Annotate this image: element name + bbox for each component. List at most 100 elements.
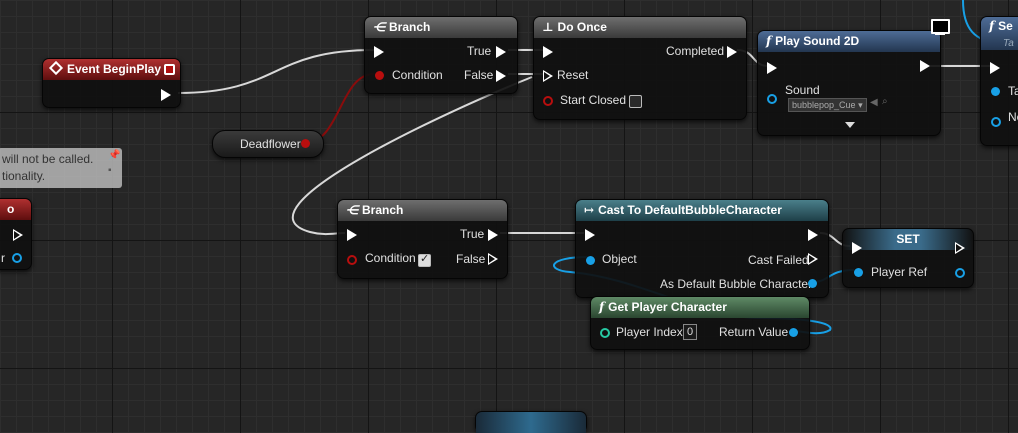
cast-icon: ↦ xyxy=(584,203,595,217)
cast-failed-exec-pin[interactable] xyxy=(808,253,818,265)
true-label: True xyxy=(460,227,485,241)
comment-line: tionality. xyxy=(2,169,46,183)
do-once-node[interactable]: ⊥ Do Once Completed Reset Start Closed xyxy=(533,16,747,120)
do-once-icon: ⊥ xyxy=(542,20,554,34)
branch-icon: ⋲ xyxy=(346,203,358,217)
node-header: o xyxy=(0,199,31,220)
comment-line: will not be called. xyxy=(2,152,94,166)
cast-node[interactable]: ↦ Cast To DefaultBubbleCharacter Object C… xyxy=(575,199,829,298)
exec-out-pin[interactable] xyxy=(808,229,818,241)
false-label: False xyxy=(464,68,494,82)
sound-value: bubblepop_Cue xyxy=(792,100,856,110)
set-node[interactable]: SET Player Ref xyxy=(842,228,974,288)
branch-icon: ⋲ xyxy=(373,20,385,34)
event-beginplay-node[interactable]: Event BeginPlay xyxy=(42,58,181,108)
player-index-label: Player Index xyxy=(616,325,683,339)
partial-bottom-node[interactable] xyxy=(475,411,587,433)
monitor-icon xyxy=(930,18,950,36)
reset-label: Reset xyxy=(557,68,589,82)
save-icon: ▪ xyxy=(108,165,112,176)
exec-out-pin[interactable] xyxy=(920,60,930,72)
start-closed-checkbox[interactable] xyxy=(629,95,642,108)
start-closed-pin[interactable] xyxy=(543,96,553,106)
condition-checkbox[interactable] xyxy=(418,252,431,267)
sound-pin[interactable] xyxy=(767,94,777,104)
exec-in-pin[interactable] xyxy=(374,46,384,58)
function-icon: f xyxy=(599,300,605,314)
true-exec-pin[interactable] xyxy=(496,46,506,58)
node-title: Play Sound 2D xyxy=(775,34,860,48)
sound-asset-dropdown[interactable]: bubblepop_Cue ▾ xyxy=(788,98,867,112)
as-character-pin[interactable] xyxy=(808,279,817,288)
exec-out-pin[interactable] xyxy=(955,242,965,254)
node-header: f Get Player Character xyxy=(591,297,809,318)
node-header: f Se Ta xyxy=(981,17,1018,50)
event-title: Event BeginPlay xyxy=(67,62,162,76)
cast-failed-label: Cast Failed xyxy=(748,253,809,267)
exec-in-pin[interactable] xyxy=(585,229,595,241)
return-value-label: Return Value xyxy=(719,325,789,339)
true-exec-pin[interactable] xyxy=(488,229,498,241)
sound-label: Sound xyxy=(785,83,820,97)
pin-label: Ne xyxy=(1008,110,1018,124)
player-ref-in-pin[interactable] xyxy=(854,268,863,277)
use-selected-arrow-icon[interactable]: ◀ xyxy=(870,97,878,108)
pin-label: Ta xyxy=(1008,84,1018,98)
false-exec-pin[interactable] xyxy=(488,253,498,265)
return-value-pin[interactable] xyxy=(789,328,798,337)
branch-node[interactable]: ⋲ Branch True Condition False xyxy=(337,199,508,279)
branch-node[interactable]: ⋲ Branch True Condition False xyxy=(364,16,518,94)
reset-exec-pin[interactable] xyxy=(543,70,553,82)
false-exec-pin[interactable] xyxy=(496,70,506,82)
get-player-character-node[interactable]: f Get Player Character Player Index 0 Ret… xyxy=(590,296,810,350)
browse-search-icon[interactable]: ⌕ xyxy=(882,96,888,107)
object-pin[interactable] xyxy=(586,256,595,265)
node-header: SET xyxy=(843,229,973,250)
condition-label: Condition xyxy=(365,251,416,265)
variable-label: Deadflower xyxy=(240,137,301,151)
object-pin[interactable] xyxy=(12,253,22,263)
condition-label: Condition xyxy=(392,68,443,82)
player-ref-label: Player Ref xyxy=(871,265,928,279)
completed-label: Completed xyxy=(666,44,725,58)
node-title: Do Once xyxy=(557,20,607,34)
exec-in-pin[interactable] xyxy=(852,242,862,254)
completed-exec-pin[interactable] xyxy=(727,46,737,58)
node-header: ⊥ Do Once xyxy=(534,17,746,38)
play-sound-2d-node[interactable]: f Play Sound 2D Sound bubblepop_Cue ▾ ◀ ⌕ xyxy=(757,30,941,136)
player-index-pin[interactable] xyxy=(600,328,610,338)
object-label: Object xyxy=(602,252,637,266)
deadflower-variable-node[interactable]: Deadflower xyxy=(212,130,324,158)
node-title: Get Player Character xyxy=(608,300,727,314)
node-header: f Play Sound 2D xyxy=(758,31,940,52)
target-pin[interactable] xyxy=(991,87,1000,96)
delegate-pin-icon[interactable] xyxy=(164,64,175,75)
exec-in-pin[interactable] xyxy=(347,229,357,241)
bool-out-pin[interactable] xyxy=(301,139,310,148)
player-index-input[interactable]: 0 xyxy=(683,324,698,340)
exec-out-pin[interactable] xyxy=(13,229,23,241)
pin-icon: 📌 xyxy=(108,150,121,161)
partial-right-node[interactable]: fSe Ta Ta Ne xyxy=(980,16,1018,146)
node-title: Branch xyxy=(389,20,431,34)
function-icon: f xyxy=(989,19,995,33)
condition-pin[interactable] xyxy=(375,71,384,80)
object-pin[interactable] xyxy=(991,117,1001,127)
comment-box[interactable]: will not be called. tionality. 📌 ▪ xyxy=(0,148,122,188)
partial-left-node[interactable]: o r xyxy=(0,198,32,270)
node-title: Se xyxy=(998,19,1013,33)
exec-out-pin[interactable] xyxy=(161,89,171,101)
condition-pin[interactable] xyxy=(347,255,357,265)
player-ref-out-pin[interactable] xyxy=(955,268,965,278)
function-icon: f xyxy=(766,34,772,48)
expand-arrow-icon[interactable] xyxy=(845,122,855,128)
event-icon xyxy=(48,60,64,76)
exec-in-pin[interactable] xyxy=(543,46,553,58)
node-title: Cast To DefaultBubbleCharacter xyxy=(598,203,782,217)
node-header: ⋲ Branch xyxy=(338,200,507,221)
node-header: ⋲ Branch xyxy=(365,17,517,38)
exec-in-pin[interactable] xyxy=(990,62,1000,74)
node-header: ↦ Cast To DefaultBubbleCharacter xyxy=(576,200,828,221)
false-label: False xyxy=(456,252,486,266)
exec-in-pin[interactable] xyxy=(767,62,777,74)
